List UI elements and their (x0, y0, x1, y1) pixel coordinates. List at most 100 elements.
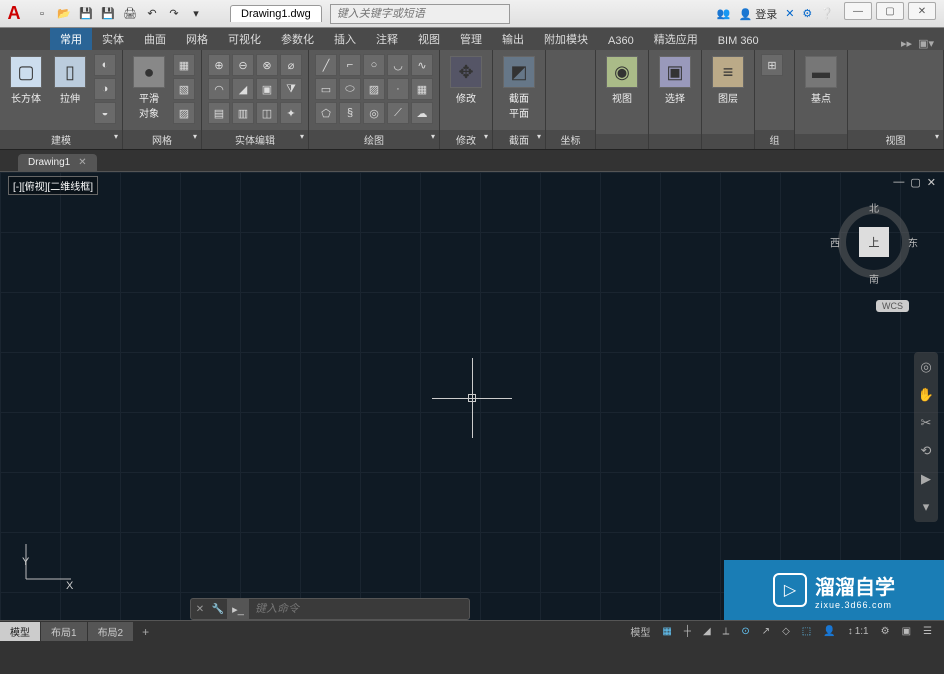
window-maximize-button[interactable]: ▢ (876, 2, 904, 20)
qat-dropdown-icon[interactable]: ▾ (186, 4, 206, 24)
ribbon-tab-bim360[interactable]: BIM 360 (708, 32, 769, 50)
chamfer-icon[interactable]: ◢ (232, 78, 254, 100)
ribbon-tab-solid[interactable]: 实体 (92, 28, 134, 50)
donut-icon[interactable]: ◎ (363, 102, 385, 124)
compass-south[interactable]: 南 (869, 271, 879, 286)
mesh-refine-icon[interactable]: ▨ (173, 102, 195, 124)
panel-label-draw[interactable]: 绘图▾ (309, 130, 439, 149)
union-icon[interactable]: ⊕ (208, 54, 230, 76)
ribbon-options-icon[interactable]: ▣▾ (918, 37, 934, 50)
qat-save-icon[interactable]: 💾 (76, 4, 96, 24)
infocenter-icon[interactable]: 👥 (717, 7, 731, 20)
extrude-face-icon[interactable]: ▤ (208, 102, 230, 124)
compass-west[interactable]: 西 (830, 235, 840, 250)
help-icon[interactable]: ❔ (820, 7, 834, 20)
status-workspace-icon[interactable]: ⚙ (877, 624, 894, 639)
polygon-icon[interactable]: ⬠ (315, 102, 337, 124)
loft-icon[interactable]: ◐ (94, 54, 116, 76)
command-line[interactable]: ✕ 🔧 ▸_ (190, 598, 470, 620)
status-customize-icon[interactable]: ☰ (919, 624, 936, 639)
offset-face-icon[interactable]: ▥ (232, 102, 254, 124)
exchange-icon[interactable]: ✕ (785, 7, 794, 20)
nav-showmotion-icon[interactable]: ▶ (917, 470, 935, 488)
status-clean-icon[interactable]: ▣ (898, 624, 915, 639)
ribbon-tab-featured[interactable]: 精选应用 (644, 28, 708, 50)
panel-label-section[interactable]: 截面▾ (493, 130, 545, 149)
box-button[interactable]: ▢ 长方体 (6, 54, 46, 107)
status-lwt-icon[interactable]: ⬚ (798, 624, 815, 639)
qat-new-icon[interactable]: ▫ (32, 4, 52, 24)
base-button[interactable]: ▬ 基点 (801, 54, 841, 107)
cmdline-close-icon[interactable]: ✕ (191, 604, 209, 615)
layout-add-button[interactable]: + (134, 623, 157, 641)
ribbon-tab-home[interactable]: 常用 (50, 28, 92, 50)
arc-icon[interactable]: ◡ (387, 54, 409, 76)
smooth-object-button[interactable]: ● 平滑 对象 (129, 54, 169, 122)
separate-icon[interactable]: ◫ (256, 102, 278, 124)
status-dyn-icon[interactable]: ◇ (778, 624, 794, 639)
compass-north[interactable]: 北 (869, 200, 879, 215)
viewport-maximize-icon[interactable]: ▢ (910, 176, 920, 189)
ribbon-tab-manage[interactable]: 管理 (450, 28, 492, 50)
panel-label-group[interactable]: 组 (755, 130, 794, 149)
hatch-icon[interactable]: ▨ (363, 78, 385, 100)
status-ortho-icon[interactable]: ◢ (699, 624, 715, 639)
line-icon[interactable]: ╱ (315, 54, 337, 76)
panel-label-mesh[interactable]: 网格▾ (123, 130, 201, 149)
viewport-label[interactable]: [-][俯视][二维线框] (8, 176, 98, 195)
ellipse-icon[interactable]: ⬭ (339, 78, 361, 100)
qat-open-icon[interactable]: 📂 (54, 4, 74, 24)
sweep-icon[interactable]: ◒ (94, 102, 116, 124)
wcs-badge[interactable]: WCS (876, 300, 909, 312)
status-snap-icon[interactable]: ┼ (680, 624, 695, 639)
status-scale[interactable]: ↕ 1:1 (844, 624, 873, 639)
group-icon[interactable]: ⊞ (761, 54, 783, 76)
ribbon-expand-icon[interactable]: ▸▸ (901, 37, 912, 50)
qat-undo-icon[interactable]: ↶ (142, 4, 162, 24)
ribbon-tab-output[interactable]: 输出 (492, 28, 534, 50)
extrude-button[interactable]: ▯ 拉伸 (50, 54, 90, 107)
layer-button[interactable]: ≡ 图层 (708, 54, 748, 107)
ribbon-tab-addins[interactable]: 附加模块 (534, 28, 598, 50)
region-icon[interactable]: ▦ (411, 78, 433, 100)
rectangle-icon[interactable]: ▭ (315, 78, 337, 100)
app-manager-icon[interactable]: ⚙ (802, 7, 812, 20)
ribbon-tab-parametric[interactable]: 参数化 (271, 28, 324, 50)
qat-saveas-icon[interactable]: 💾 (98, 4, 118, 24)
window-minimize-button[interactable]: — (844, 2, 872, 20)
status-otrack-icon[interactable]: ↗ (758, 624, 774, 639)
subtract-icon[interactable]: ⊖ (232, 54, 254, 76)
viewport-minimize-icon[interactable]: — (893, 176, 904, 189)
3dpoly-icon[interactable]: ⟋ (387, 102, 409, 124)
compass-east[interactable]: 东 (908, 235, 918, 250)
view-button[interactable]: ◉ 视图 (602, 54, 642, 107)
layout-tab-model[interactable]: 模型 (0, 622, 41, 641)
status-grid-icon[interactable]: ▦ (658, 624, 675, 639)
shell-icon[interactable]: ▣ (256, 78, 278, 100)
viewcube[interactable]: 上 北 南 西 东 (834, 202, 914, 282)
status-polar-icon[interactable]: ⟂ (719, 624, 734, 639)
revolve-icon[interactable]: ◑ (94, 78, 116, 100)
ribbon-tab-mesh[interactable]: 网格 (176, 28, 218, 50)
select-button[interactable]: ▣ 选择 (655, 54, 695, 107)
ribbon-tab-surface[interactable]: 曲面 (134, 28, 176, 50)
nav-orbit-icon[interactable]: ⟲ (917, 442, 935, 460)
nav-zoom-icon[interactable]: ✂ (917, 414, 935, 432)
command-input[interactable] (249, 603, 469, 615)
layout-tab-layout1[interactable]: 布局1 (41, 622, 88, 641)
viewport-close-icon[interactable]: ✕ (927, 176, 936, 189)
nav-wheel-icon[interactable]: ◎ (917, 358, 935, 376)
intersect-icon[interactable]: ⊗ (256, 54, 278, 76)
close-file-icon[interactable]: ✕ (78, 157, 86, 168)
modify-button[interactable]: ✥ 修改 (446, 54, 486, 107)
qat-redo-icon[interactable]: ↷ (164, 4, 184, 24)
drawing-canvas[interactable]: [-][俯视][二维线框] — ▢ ✕ 上 北 南 西 东 WCS ◎ ✋ ✂ … (0, 172, 944, 642)
status-model-toggle[interactable]: 模型 (626, 622, 654, 641)
section-plane-button[interactable]: ◩ 截面 平面 (499, 54, 539, 122)
ribbon-tab-visualize[interactable]: 可视化 (218, 28, 271, 50)
file-tab-drawing1[interactable]: Drawing1 ✕ (18, 154, 97, 171)
qat-print-icon[interactable]: 🖨 (120, 4, 140, 24)
mesh-more-icon[interactable]: ▦ (173, 54, 195, 76)
mesh-less-icon[interactable]: ▧ (173, 78, 195, 100)
nav-pan-icon[interactable]: ✋ (917, 386, 935, 404)
